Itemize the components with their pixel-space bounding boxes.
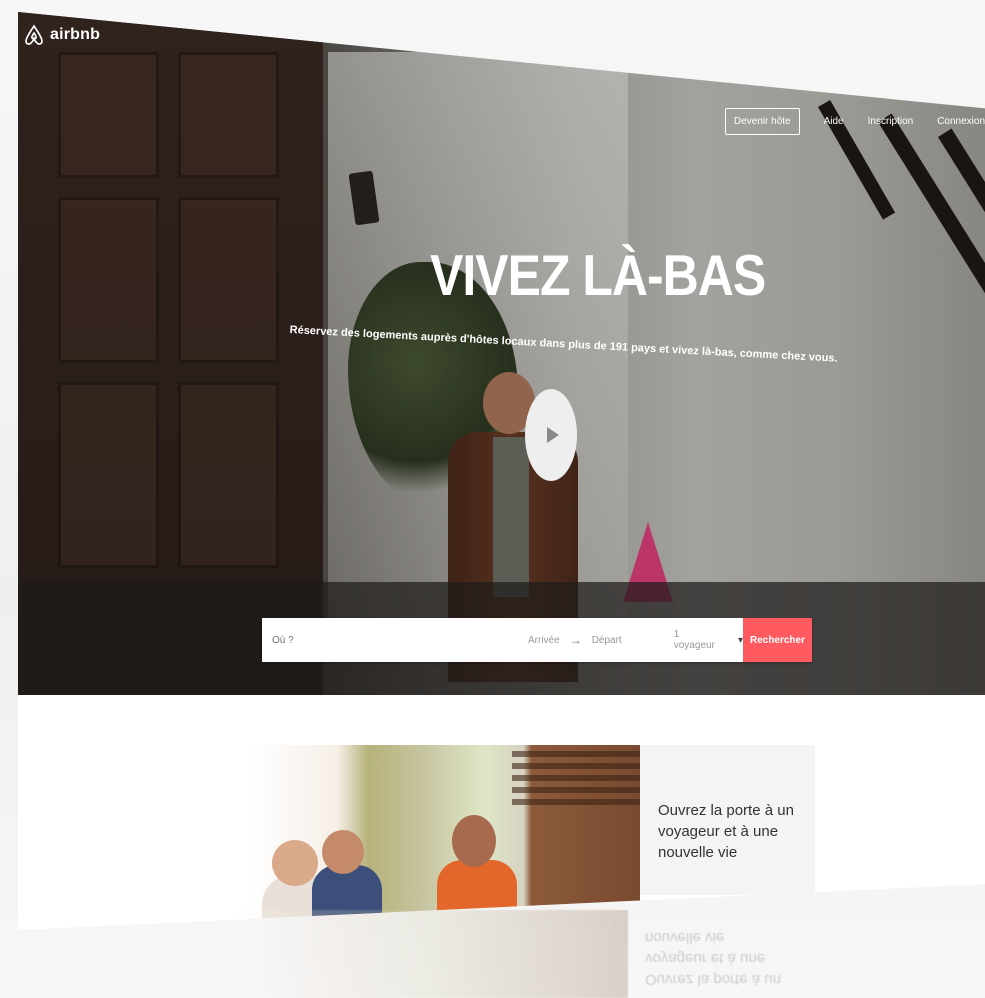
login-link[interactable]: Connexion <box>937 116 985 127</box>
airbnb-logo[interactable]: airbnb <box>24 24 100 46</box>
arrival-date-field[interactable]: Arrivée <box>522 635 566 646</box>
search-button[interactable]: Rechercher <box>742 618 812 662</box>
hero-title: VIVEZ LÀ-BAS <box>430 243 766 308</box>
browser-screen: airbnb Devenir hôte Aide Inscription Con… <box>18 12 985 930</box>
top-nav: Devenir hôte Aide Inscription Connexion <box>724 108 985 135</box>
play-icon <box>547 427 559 443</box>
reflection-tagline: Ouvrez la porte à un voyageur et à une n… <box>645 929 781 988</box>
promo-image[interactable] <box>252 745 640 930</box>
play-video-button[interactable] <box>525 389 577 481</box>
departure-date-field[interactable]: Départ <box>586 635 628 646</box>
signup-link[interactable]: Inscription <box>868 116 914 127</box>
become-host-button[interactable]: Devenir hôte <box>724 108 800 135</box>
airbnb-wordmark: airbnb <box>50 26 101 43</box>
help-link[interactable]: Aide <box>824 116 844 127</box>
airbnb-logo-icon <box>25 24 43 45</box>
search-bar: Arrivée → Départ 1 voyageur ▾ Rechercher <box>262 618 812 662</box>
screen-reflection: Ouvrez la porte à un voyageur et à une n… <box>240 910 800 998</box>
date-arrow-icon: → <box>569 633 582 647</box>
promo-tagline: Ouvrez la porte à un voyageur et à une n… <box>658 802 794 861</box>
hero-section: airbnb Devenir hôte Aide Inscription Con… <box>18 12 985 695</box>
guests-select[interactable]: 1 voyageur <box>674 629 720 651</box>
where-input[interactable] <box>262 634 522 646</box>
